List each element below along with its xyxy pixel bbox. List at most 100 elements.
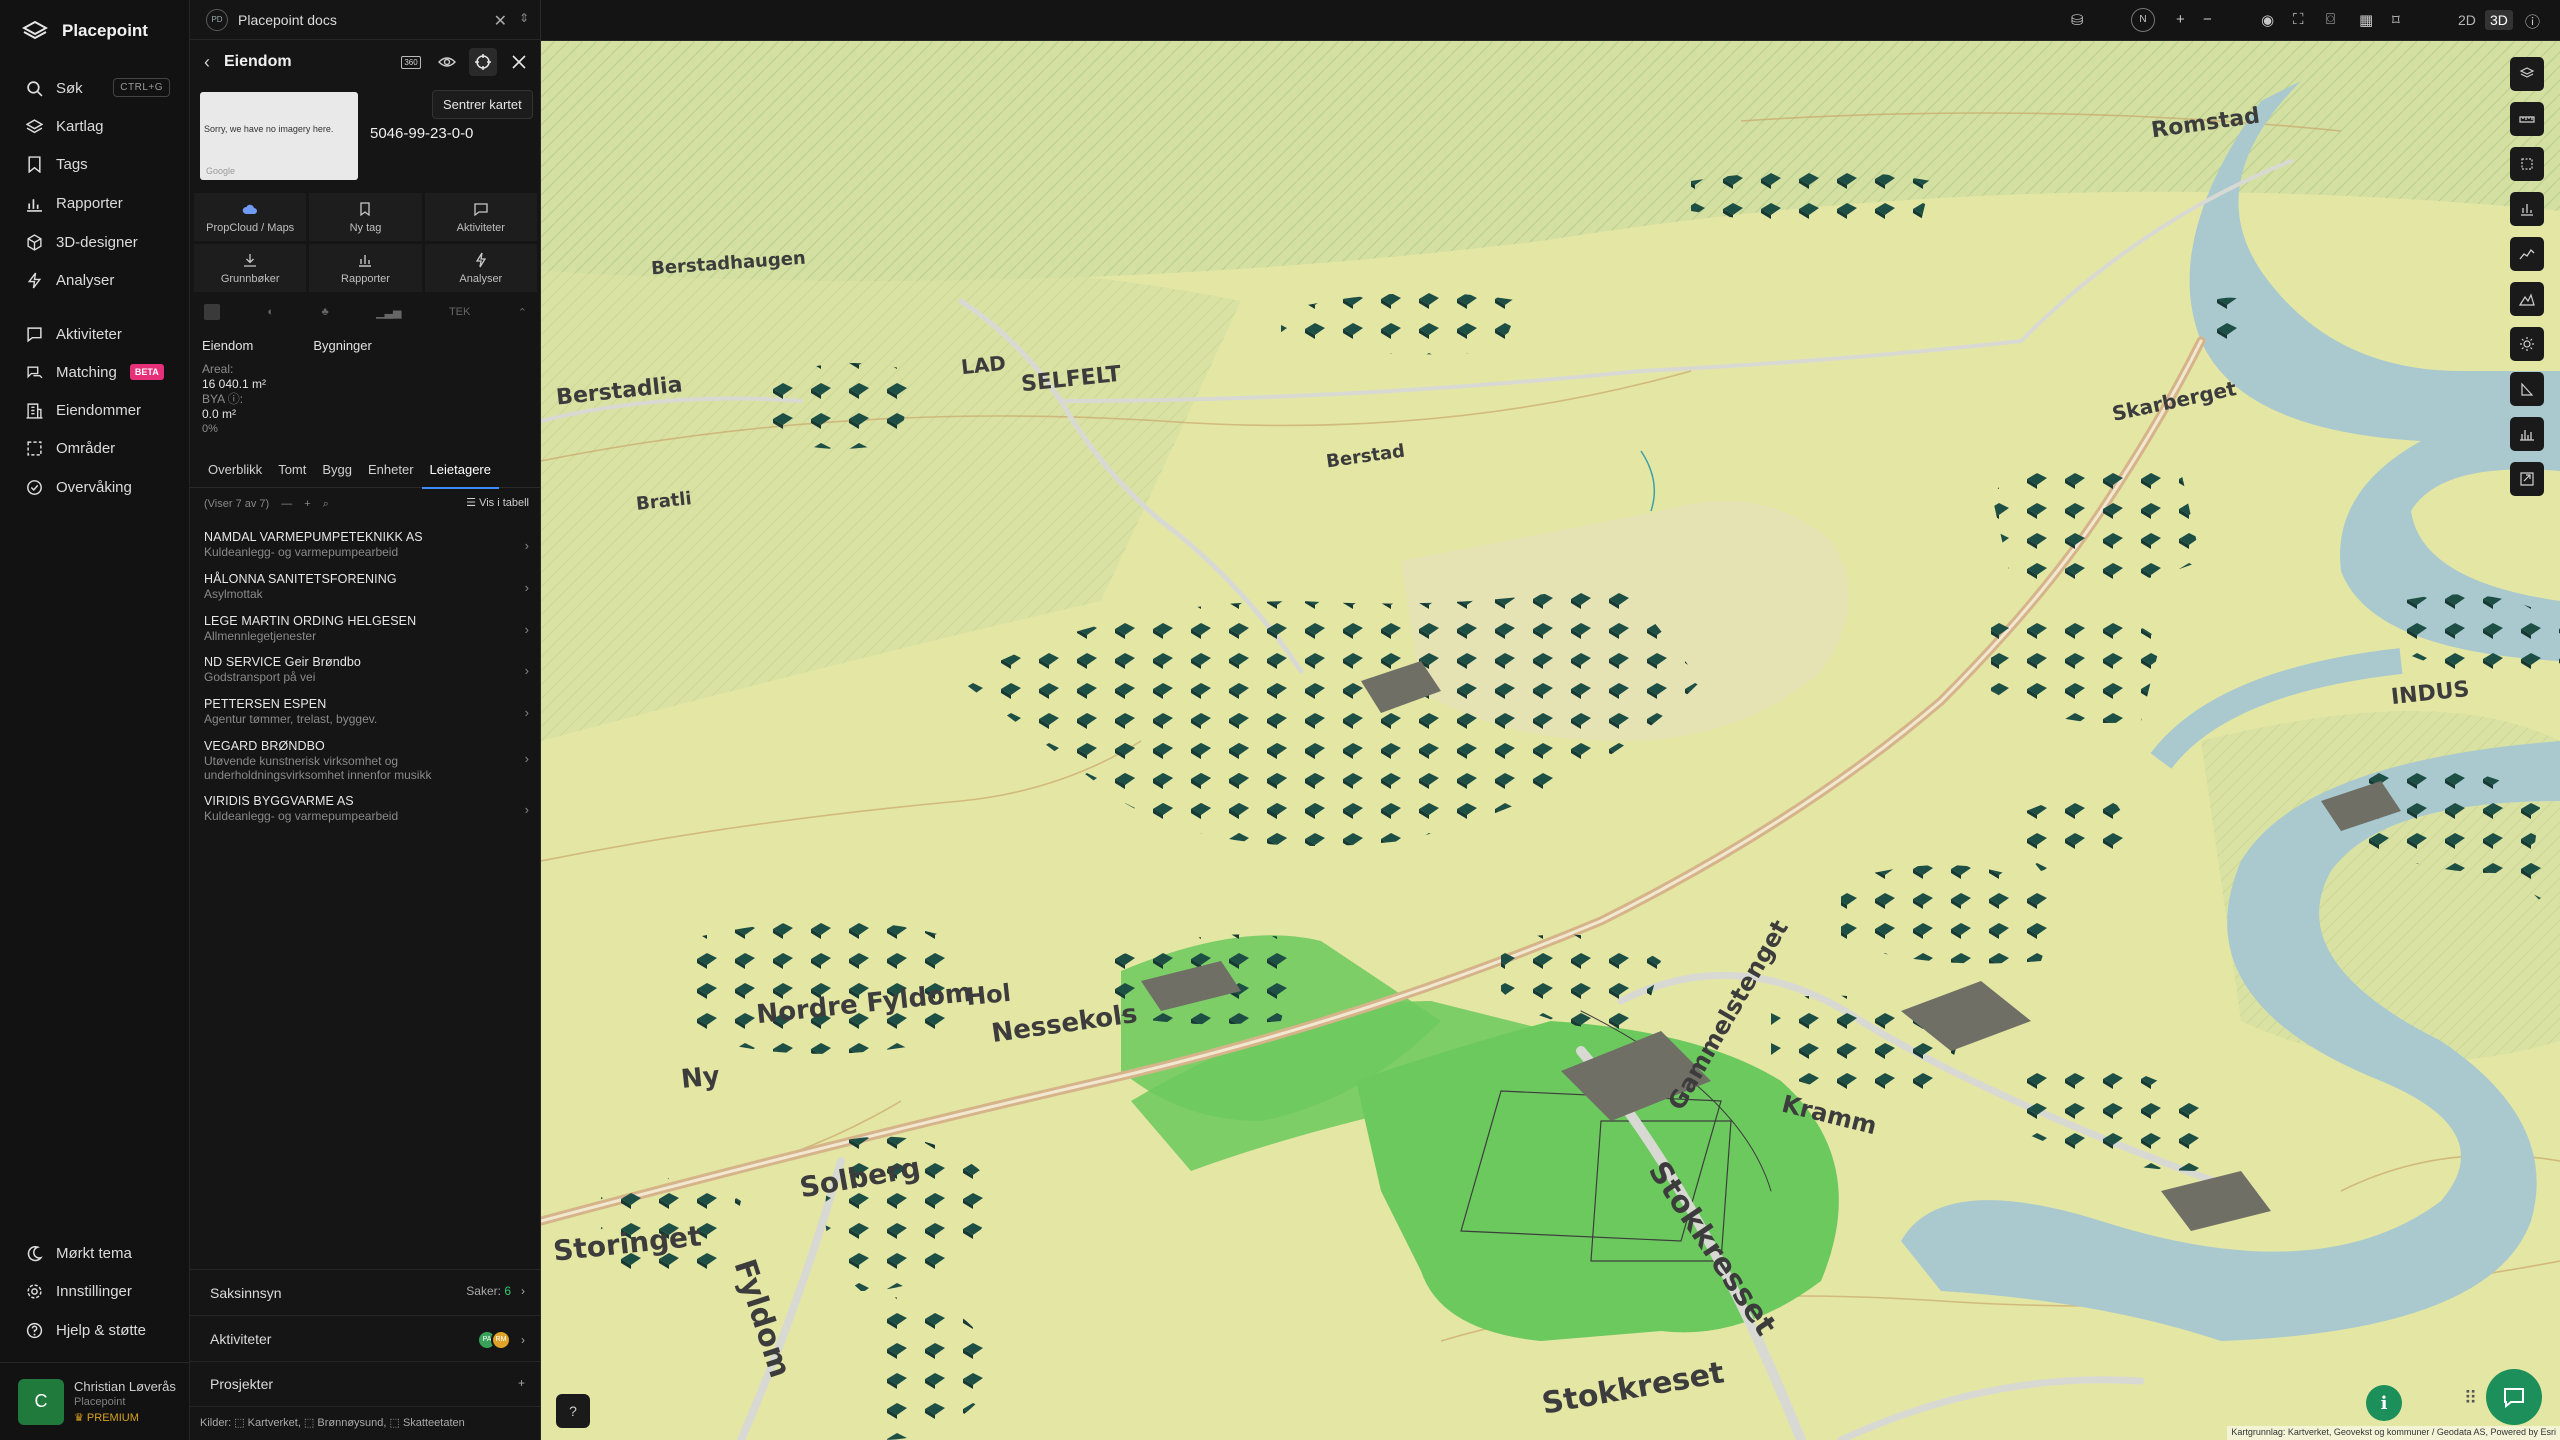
nav-item-rapporter[interactable]: Rapporter bbox=[0, 186, 190, 220]
tool-button-8[interactable] bbox=[2510, 372, 2544, 406]
layer-box-icon[interactable] bbox=[204, 304, 220, 320]
close-icon[interactable]: ✕ bbox=[494, 11, 507, 31]
search-icon[interactable]: ⌕ bbox=[323, 498, 329, 511]
map-view[interactable]: Romstad Berstadhaugen LAD SELFELT Bersta… bbox=[541, 41, 2560, 1440]
nav-label: Analyser bbox=[56, 271, 115, 289]
plus-icon[interactable]: + bbox=[518, 1376, 525, 1390]
tab-enheter[interactable]: Enheter bbox=[360, 460, 422, 488]
info-icon[interactable]: ⓘ bbox=[2525, 11, 2540, 32]
eye-button[interactable] bbox=[433, 48, 461, 76]
nav-item-help[interactable]: Hjelp & støtte bbox=[0, 1313, 190, 1347]
map-label: Ny bbox=[679, 1061, 722, 1095]
propcloud-button[interactable]: PropCloud / Maps bbox=[194, 193, 307, 241]
list-item[interactable]: PETTERSEN ESPEN Agentur tømmer, trelast,… bbox=[204, 697, 529, 726]
subtab-eiendom[interactable]: Eiendom bbox=[202, 338, 253, 353]
list-item[interactable]: ND SERVICE Geir Brøndbo Godstransport på… bbox=[204, 655, 529, 684]
back-icon[interactable]: ‹ bbox=[204, 52, 210, 73]
activities-button[interactable]: Aktiviteter bbox=[424, 193, 537, 241]
list-item[interactable]: LEGE MARTIN ORDING HELGESEN Allmennleget… bbox=[204, 614, 529, 643]
tool-button-4[interactable] bbox=[2510, 192, 2544, 226]
nav-item-sok[interactable]: Søk CTRL+G bbox=[0, 71, 190, 105]
reports-button[interactable]: Rapporter bbox=[309, 244, 422, 292]
user-profile[interactable]: C Christian Løverås Placepoint ♛ PREMIUM bbox=[0, 1362, 190, 1440]
tool-button-10[interactable] bbox=[2510, 462, 2544, 496]
new-tag-button[interactable]: Ny tag bbox=[309, 193, 422, 241]
tool-button-3[interactable] bbox=[2510, 147, 2544, 181]
grunnboker-button[interactable]: Grunnbøker bbox=[194, 244, 307, 292]
layers-stack-icon[interactable]: ⛁ bbox=[2071, 11, 2084, 29]
tool-button-6[interactable] bbox=[2510, 282, 2544, 316]
close-panel-button[interactable] bbox=[505, 48, 533, 76]
brand[interactable]: Placepoint bbox=[22, 20, 148, 42]
nav-item-overvaking[interactable]: Overvåking bbox=[0, 470, 190, 504]
globe-icon[interactable]: ◐ bbox=[267, 306, 274, 318]
eye-icon[interactable]: ◉ bbox=[2261, 11, 2274, 29]
nav-item-dark-theme[interactable]: Mørkt tema bbox=[0, 1236, 190, 1270]
nav-item-kartlag[interactable]: Kartlag bbox=[0, 109, 190, 143]
chevron-updown-icon[interactable]: ⇕ bbox=[519, 11, 529, 25]
plus-icon[interactable]: + bbox=[304, 498, 310, 510]
tenant-desc: Kuldeanlegg- og varmepumpearbeid bbox=[204, 809, 399, 823]
list-item[interactable]: HÅLONNA SANITETSFORENING Asylmottak › bbox=[204, 572, 529, 601]
doc-tab[interactable]: PD Placepoint docs ✕ ⇕ bbox=[190, 0, 541, 40]
info-button[interactable]: i bbox=[2366, 1385, 2402, 1421]
plant-icon[interactable]: ♣ bbox=[322, 306, 329, 318]
mode-3d-button[interactable]: 3D bbox=[2485, 10, 2513, 30]
tool-button-1[interactable] bbox=[2510, 57, 2544, 91]
compass-icon[interactable]: N bbox=[2131, 8, 2155, 32]
center-map-button[interactable] bbox=[469, 48, 497, 76]
tool-button-9[interactable] bbox=[2510, 417, 2544, 451]
area-icon bbox=[27, 440, 42, 456]
nav-item-3d-designer[interactable]: 3D-designer bbox=[0, 225, 190, 259]
layers-search-icon bbox=[2519, 67, 2535, 78]
camera-icon[interactable]: ⌼ bbox=[2326, 11, 2335, 28]
view-360-button[interactable]: 360 bbox=[397, 48, 425, 76]
list-item[interactable]: VIRIDIS BYGGVARME AS Kuldeanlegg- og var… bbox=[204, 794, 529, 823]
section-aktiviteter[interactable]: Aktiviteter PA RM › bbox=[190, 1315, 541, 1361]
map-attribution: Kartgrunnlag: Kartverket, Geovekst og ko… bbox=[2227, 1426, 2560, 1440]
nav-item-eiendommer[interactable]: Eiendommer bbox=[0, 393, 190, 427]
tek-icon[interactable]: TEK bbox=[449, 306, 470, 318]
parcel-id: 5046-99-23-0-0 bbox=[370, 125, 474, 142]
bars-icon[interactable]: ▁▃▅ bbox=[376, 306, 401, 319]
sidebar: Placepoint Søk CTRL+G Kartlag Tags Rappo… bbox=[0, 0, 190, 1440]
tool-button-5[interactable] bbox=[2510, 237, 2544, 271]
mode-2d-button[interactable]: 2D bbox=[2453, 10, 2481, 30]
nav-item-matching[interactable]: Matching BETA bbox=[0, 355, 190, 389]
nav-item-settings[interactable]: Innstillinger bbox=[0, 1274, 190, 1308]
grip-icon[interactable]: ⠿ bbox=[2464, 1388, 2477, 1409]
tab-tomt[interactable]: Tomt bbox=[270, 460, 314, 488]
fullscreen-icon[interactable]: ⛶ bbox=[2293, 11, 2304, 28]
tab-overblikk[interactable]: Overblikk bbox=[200, 460, 270, 488]
cube-icon bbox=[27, 233, 42, 251]
tab-bygg[interactable]: Bygg bbox=[314, 460, 360, 488]
nav-label: Innstillinger bbox=[56, 1282, 132, 1300]
minus-icon[interactable]: — bbox=[281, 498, 292, 510]
map-help-button[interactable]: ? bbox=[556, 1394, 590, 1428]
list-item[interactable]: VEGARD BRØNDBO Utøvende kunstnerisk virk… bbox=[204, 739, 529, 782]
section-prosjekter[interactable]: Prosjekter + bbox=[190, 1361, 541, 1407]
tab-leietagere[interactable]: Leietagere bbox=[421, 460, 500, 489]
zoom-out-icon[interactable]: − bbox=[2203, 11, 2212, 28]
bookmark-icon[interactable]: ⌑ bbox=[2392, 11, 2400, 29]
tool-button-7[interactable] bbox=[2510, 327, 2544, 361]
show-in-table-button[interactable]: ☰ Vis i tabell bbox=[466, 496, 529, 509]
analyses-button[interactable]: Analyser bbox=[424, 244, 537, 292]
section-saksinnsyn[interactable]: Saksinnsyn Saker: 6 › bbox=[190, 1269, 541, 1315]
collapse-icon[interactable]: ⌃ bbox=[518, 306, 527, 319]
street-view-thumbnail[interactable]: Sorry, we have no imagery here. Google bbox=[200, 92, 358, 180]
tool-button-2[interactable] bbox=[2510, 102, 2544, 136]
nav-item-aktiviteter[interactable]: Aktiviteter bbox=[0, 317, 190, 351]
chat-button[interactable] bbox=[2486, 1369, 2542, 1425]
avatar: RM bbox=[491, 1330, 511, 1350]
zoom-in-icon[interactable]: + bbox=[2176, 11, 2185, 28]
list-item[interactable]: NAMDAL VARMEPUMPETEKNIKK AS Kuldeanlegg-… bbox=[204, 530, 529, 559]
tenant-desc: Godstransport på vei bbox=[204, 670, 316, 684]
nav-item-omrader[interactable]: Områder bbox=[0, 431, 190, 465]
grid-icon[interactable]: ▦ bbox=[2359, 11, 2373, 29]
subtab-bygninger[interactable]: Bygninger bbox=[313, 338, 372, 353]
nav-item-tags[interactable]: Tags bbox=[0, 147, 190, 181]
nav-item-analyser[interactable]: Analyser bbox=[0, 263, 190, 297]
action-label: Ny tag bbox=[349, 221, 382, 234]
bar-chart-icon bbox=[27, 198, 42, 212]
